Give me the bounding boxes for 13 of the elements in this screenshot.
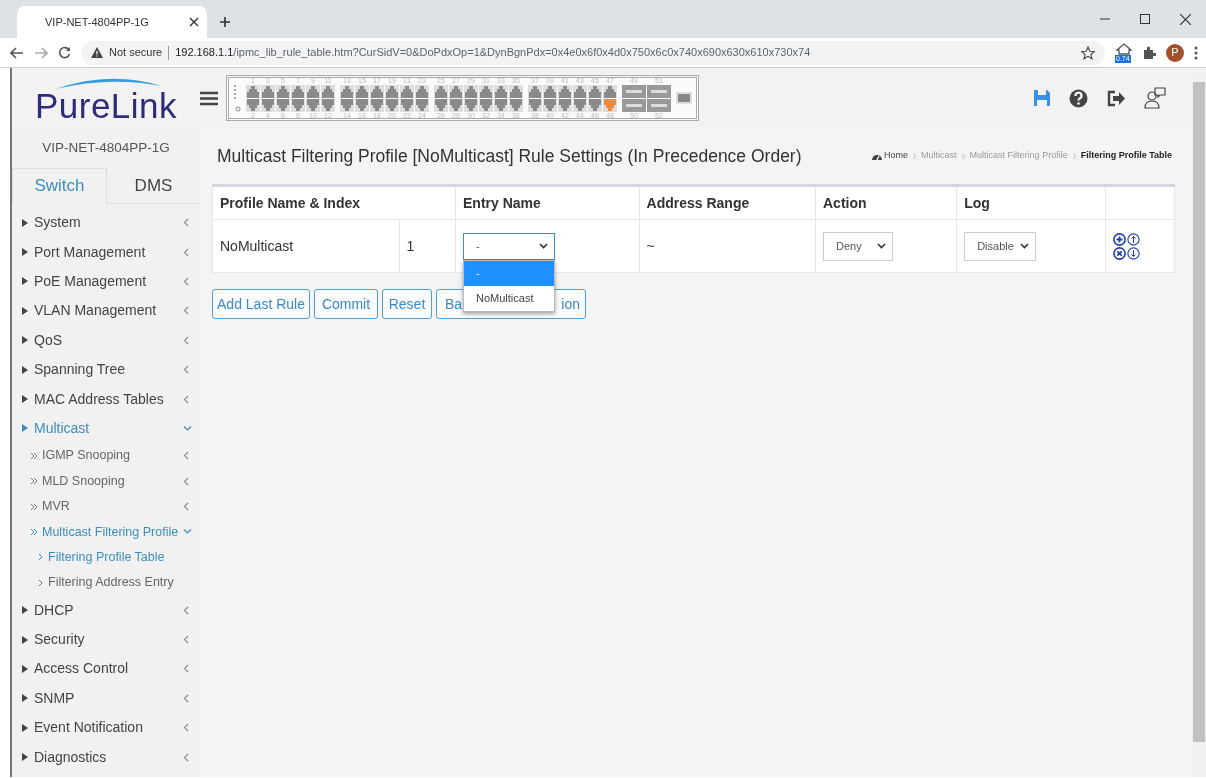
column-header: Log — [956, 185, 1106, 220]
column-header: Address Range — [639, 185, 816, 220]
url-text: 192.168.1.1/ipmc_lib_rule_table.htm?CurSidV=0&DoPdxOp=1&DynBgnPdx=0x4e0x6f0x4d0x750x6c0x740x690x630x610x730x74 — [175, 45, 811, 61]
logo: PureLink — [34, 87, 178, 123]
column-header: Entry Name — [455, 185, 640, 220]
column-header: Profile Name & Index — [212, 185, 456, 220]
column-header: Action — [815, 185, 957, 220]
table-cell: ~ — [639, 219, 816, 273]
page-title: Multicast Filtering Profile [NoMulticast] Rule Settings (In Precedence Order) — [217, 144, 802, 168]
device-name: VIP-NET-4804PP-1G — [41, 138, 171, 157]
security-label: Not secure — [109, 45, 163, 61]
table-cell: NoMulticast — [212, 219, 400, 273]
table-cell: 1 — [399, 219, 456, 273]
